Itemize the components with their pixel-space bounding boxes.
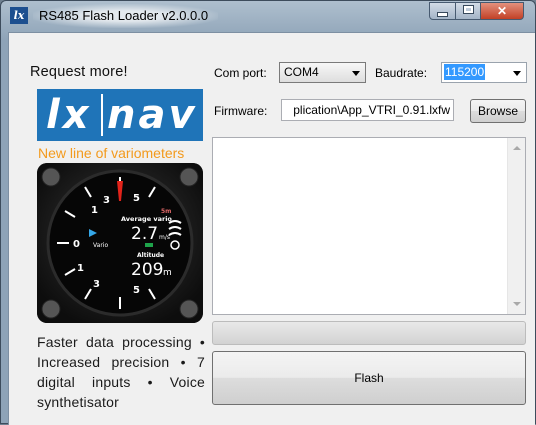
scale-label: 0 <box>73 239 80 250</box>
screw-icon <box>41 299 61 319</box>
variometer-image: 1 3 5 0 1 3 5 5m Vario Average vario 2.7… <box>37 163 203 323</box>
firmware-path-input[interactable]: plication\App_VTRI_0.91.lxfw <box>281 99 454 121</box>
scale-label: 5 <box>133 193 140 204</box>
logo-text-left: lx <box>46 92 92 138</box>
scale-label: 5m <box>161 208 171 215</box>
average-vario-unit: m/s <box>159 234 170 241</box>
lx-app-icon: lx <box>10 7 28 24</box>
altitude-label: Altitude <box>137 252 164 259</box>
logo-separator <box>101 94 103 136</box>
baudrate-select[interactable]: 115200 <box>441 62 527 83</box>
log-output[interactable] <box>212 137 526 315</box>
chevron-down-icon <box>513 71 521 76</box>
log-scrollbar[interactable] <box>507 138 525 314</box>
firmware-path-value: plication\App_VTRI_0.91.lxfw <box>293 103 450 117</box>
screw-icon <box>179 299 199 319</box>
close-icon: ✕ <box>496 4 508 18</box>
com-port-value: COM4 <box>284 65 319 79</box>
flash-progress-bar <box>212 321 526 345</box>
window-title: RS485 Flash Loader v2.0.0.0 <box>33 4 219 28</box>
maximize-button[interactable] <box>455 2 481 20</box>
scroll-down-icon[interactable] <box>513 302 521 306</box>
average-vario-label: Average vario <box>121 215 172 223</box>
screw-icon <box>41 167 61 187</box>
com-port-label: Com port: <box>214 66 267 80</box>
vario-label: Vario <box>93 242 108 249</box>
altitude-value: 209 <box>131 260 163 280</box>
lxnav-logo[interactable]: lx nav <box>37 89 203 141</box>
scale-label: 1 <box>91 205 98 216</box>
title-bar[interactable]: lx RS485 Flash Loader v2.0.0.0 ✕ <box>1 1 535 31</box>
tagline: New line of variometers <box>38 145 185 161</box>
variometer-graphic: 1 3 5 0 1 3 5 5m Vario Average vario 2.7… <box>37 163 203 323</box>
firmware-label: Firmware: <box>214 104 268 118</box>
scale-label: 5 <box>133 285 140 296</box>
minimize-button[interactable] <box>429 2 456 20</box>
browse-button[interactable]: Browse <box>470 99 526 123</box>
close-button[interactable]: ✕ <box>480 2 524 20</box>
logo-text-right: nav <box>107 92 198 138</box>
scroll-up-icon[interactable] <box>513 146 521 150</box>
minimize-icon <box>437 12 448 17</box>
scale-label: 3 <box>103 195 110 206</box>
altitude-unit: m <box>163 268 172 278</box>
com-port-select[interactable]: COM4 <box>279 62 366 83</box>
scale-label: 3 <box>93 279 100 290</box>
maximize-icon <box>463 6 473 13</box>
scale-label: 1 <box>77 263 84 274</box>
average-vario-value: 2.7 <box>131 224 158 244</box>
request-more-link[interactable]: Request more! <box>30 64 128 80</box>
screw-icon <box>179 167 199 187</box>
flash-button[interactable]: Flash <box>212 351 526 405</box>
baudrate-value: 115200 <box>444 64 486 80</box>
chevron-down-icon <box>352 71 360 76</box>
feature-description: Faster data processing • Increased preci… <box>37 334 205 410</box>
baudrate-label: Baudrate: <box>375 66 428 80</box>
